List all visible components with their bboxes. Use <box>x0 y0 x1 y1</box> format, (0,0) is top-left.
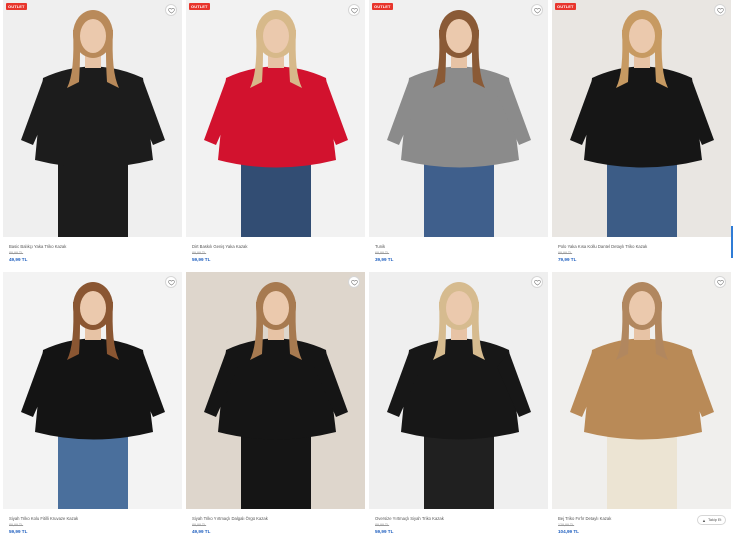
product-image[interactable] <box>186 0 365 237</box>
product-grid: OUTLET Basic Balıkçı Yaka Triko Kazak 89,9… <box>0 0 733 541</box>
product-card[interactable]: OUTLET Basic Balıkçı Yaka Triko Kazak 89,9… <box>3 0 182 268</box>
product-card[interactable]: OUTLET Tunik 69,99 TL 39,99 TL <box>369 0 548 268</box>
sale-price: 59,99 TL <box>9 529 28 534</box>
sale-price: 39,99 TL <box>375 257 394 262</box>
product-info: Oversize Yırtmaçlı Siyah Triko Kazak 89,9… <box>375 516 545 536</box>
favorite-heart-icon[interactable] <box>714 4 726 16</box>
product-info: Dirt Baskılı Geniş Yaka Kazak 89,99 TL 59,… <box>192 244 362 264</box>
sale-price: 79,99 TL <box>558 257 577 262</box>
product-card[interactable]: Siyah Triko Kolu Fitilli Kruvaze Kazak 89… <box>3 272 182 540</box>
favorite-heart-icon[interactable] <box>348 4 360 16</box>
product-card[interactable]: OUTLET Dirt Baskılı Geniş Yaka Kazak 89,99… <box>186 0 365 268</box>
sale-price: 49,99 TL <box>9 257 28 262</box>
sale-price: 104,99 TL <box>558 529 579 534</box>
product-image[interactable] <box>552 272 731 509</box>
product-info: Polo Yaka Kısa Kollu Dantel Detaylı Trik… <box>558 244 728 264</box>
product-image[interactable] <box>186 272 365 509</box>
product-card[interactable]: Oversize Yırtmaçlı Siyah Triko Kazak 89,9… <box>369 272 548 540</box>
outlet-badge: OUTLET <box>372 3 393 10</box>
outlet-badge: OUTLET <box>189 3 210 10</box>
favorite-heart-icon[interactable] <box>348 276 360 288</box>
sale-price: 49,99 TL <box>192 529 211 534</box>
product-image[interactable] <box>3 272 182 509</box>
follow-button[interactable]: ▲ Takip Et <box>697 515 727 525</box>
favorite-heart-icon[interactable] <box>165 276 177 288</box>
favorite-heart-icon[interactable] <box>165 4 177 16</box>
product-info: Siyah Triko Kolu Fitilli Kruvaze Kazak 89… <box>9 516 179 536</box>
follow-label: Takip Et <box>707 518 722 522</box>
sale-price: 59,99 TL <box>192 257 211 262</box>
product-card[interactable]: Siyah Triko Yırtmaçlı Dalgalı Örgü Kazak… <box>186 272 365 540</box>
product-info: Siyah Triko Yırtmaçlı Dalgalı Örgü Kazak… <box>192 516 362 536</box>
product-image[interactable] <box>3 0 182 237</box>
product-image[interactable] <box>552 0 731 237</box>
product-info: Tunik 69,99 TL 39,99 TL <box>375 244 545 264</box>
product-card[interactable]: OUTLET Polo Yaka Kısa Kollu Dantel Detayl… <box>552 0 731 268</box>
product-card[interactable]: Bej Triko Fırfır Detaylı Kazak 129,99 TL 1… <box>552 272 731 540</box>
sale-price: 59,99 TL <box>375 529 394 534</box>
favorite-heart-icon[interactable] <box>714 276 726 288</box>
chevron-up-icon: ▲ <box>702 517 706 523</box>
product-image[interactable] <box>369 272 548 509</box>
favorite-heart-icon[interactable] <box>531 276 543 288</box>
product-info: Basic Balıkçı Yaka Triko Kazak 89,99 TL 49… <box>9 244 179 264</box>
favorite-heart-icon[interactable] <box>531 4 543 16</box>
product-image[interactable] <box>369 0 548 237</box>
outlet-badge: OUTLET <box>6 3 27 10</box>
outlet-badge: OUTLET <box>555 3 576 10</box>
